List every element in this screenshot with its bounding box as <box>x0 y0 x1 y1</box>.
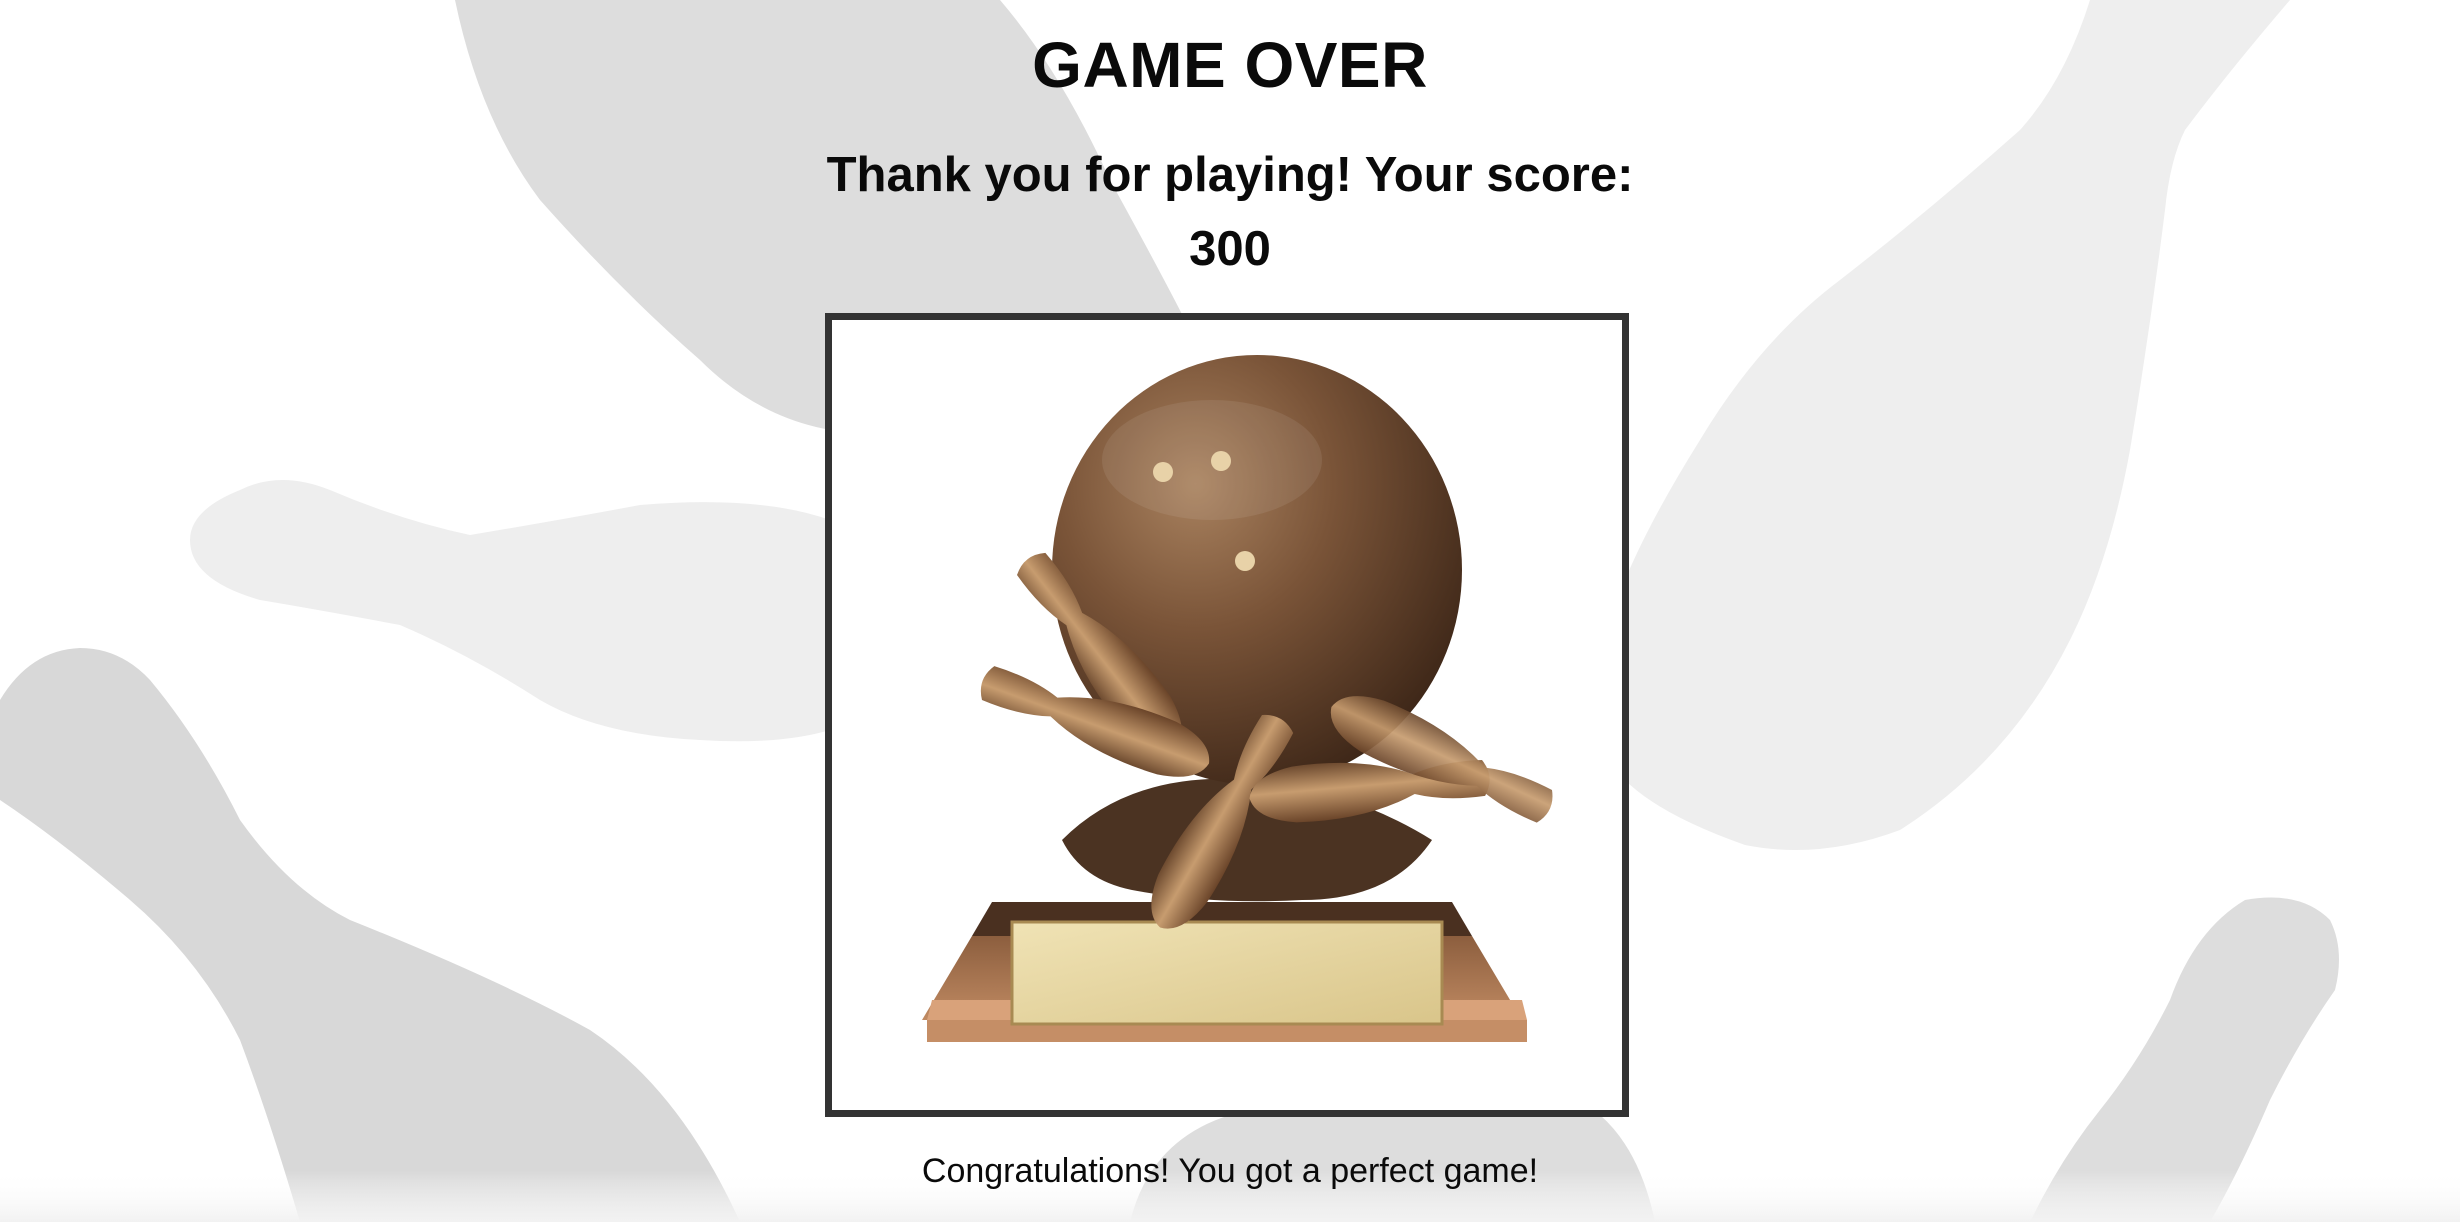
trophy-base <box>922 902 1527 1042</box>
bowling-trophy-icon <box>922 355 1553 1042</box>
score-message: Thank you for playing! Your score: 300 <box>780 138 1680 286</box>
game-over-screen: GAME OVER Thank you for playing! Your sc… <box>0 0 2460 1222</box>
thank-you-text: Thank you for playing! Your score: <box>826 148 1634 202</box>
trophy-plaque <box>1010 920 1444 1026</box>
congratulations-message: Congratulations! You got a perfect game! <box>921 1152 1539 1190</box>
final-score: 300 <box>1189 222 1271 276</box>
trophy-image-frame <box>825 313 1629 1117</box>
game-over-title: GAME OVER <box>1032 29 1428 101</box>
